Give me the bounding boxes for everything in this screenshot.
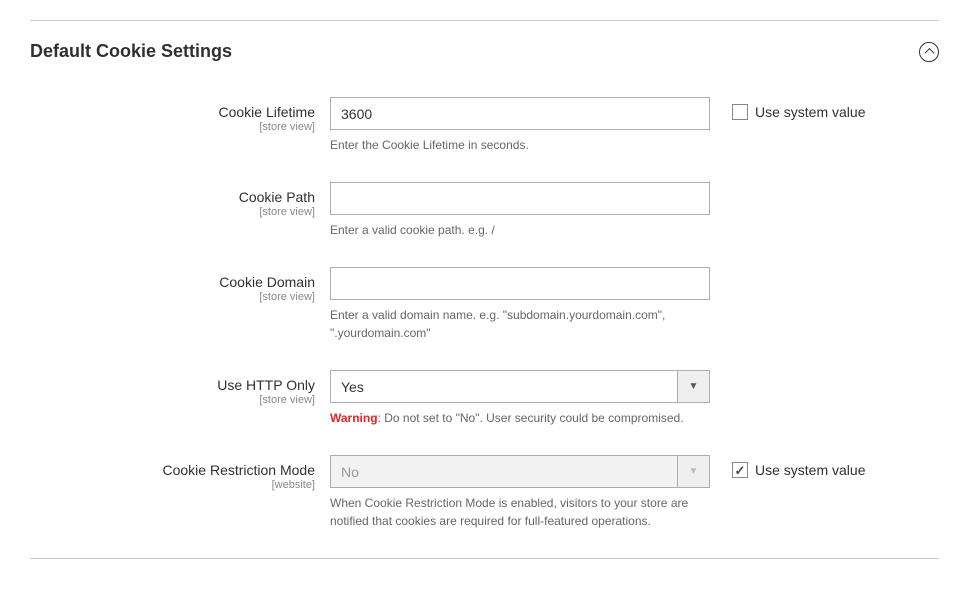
field-label: Cookie Path <box>30 189 315 205</box>
cookie-domain-input[interactable] <box>330 267 710 300</box>
scope-text: [store view] <box>30 291 315 303</box>
cookie-path-input[interactable] <box>330 182 710 215</box>
field-note: Warning: Do not set to "No". User securi… <box>330 409 710 427</box>
field-note: Enter a valid domain name. e.g. "subdoma… <box>330 306 710 342</box>
checkbox-label: Use system value <box>755 104 865 120</box>
field-label: Cookie Domain <box>30 274 315 290</box>
label-col: Cookie Lifetime [store view] <box>30 97 330 133</box>
label-col: Cookie Restriction Mode [website] <box>30 455 330 491</box>
system-value-col: Use system value <box>710 455 865 478</box>
system-value-col: Use system value <box>710 97 865 120</box>
field-cookie-domain: Cookie Domain [store view] Enter a valid… <box>30 267 939 342</box>
top-divider <box>30 20 939 21</box>
field-http-only: Use HTTP Only [store view] Yes ▼ Warning… <box>30 370 939 427</box>
scope-text: [store view] <box>30 394 315 406</box>
section-title: Default Cookie Settings <box>30 41 232 62</box>
input-col: No ▼ When Cookie Restriction Mode is ena… <box>330 455 710 530</box>
field-restriction-mode: Cookie Restriction Mode [website] No ▼ W… <box>30 455 939 530</box>
field-note: Enter a valid cookie path. e.g. / <box>330 221 710 239</box>
input-col: Enter a valid cookie path. e.g. / <box>330 182 710 239</box>
field-label: Cookie Restriction Mode <box>30 462 315 478</box>
field-note: Enter the Cookie Lifetime in seconds. <box>330 136 710 154</box>
scope-text: [website] <box>30 479 315 491</box>
http-only-select[interactable]: Yes ▼ <box>330 370 710 403</box>
chevron-down-icon: ▼ <box>677 370 710 403</box>
field-cookie-path: Cookie Path [store view] Enter a valid c… <box>30 182 939 239</box>
cookie-lifetime-input[interactable] <box>330 97 710 130</box>
input-col: Enter a valid domain name. e.g. "subdoma… <box>330 267 710 342</box>
use-system-checkbox[interactable] <box>732 462 748 478</box>
field-note: When Cookie Restriction Mode is enabled,… <box>330 494 710 530</box>
chevron-up-icon[interactable] <box>919 42 939 62</box>
select-value: No <box>330 455 677 488</box>
field-label: Cookie Lifetime <box>30 104 315 120</box>
chevron-down-icon: ▼ <box>677 455 710 488</box>
label-col: Cookie Path [store view] <box>30 182 330 218</box>
select-value: Yes <box>330 370 677 403</box>
input-col: Enter the Cookie Lifetime in seconds. <box>330 97 710 154</box>
section-header: Default Cookie Settings <box>30 41 939 62</box>
label-col: Cookie Domain [store view] <box>30 267 330 303</box>
field-cookie-lifetime: Cookie Lifetime [store view] Enter the C… <box>30 97 939 154</box>
restriction-mode-select: No ▼ <box>330 455 710 488</box>
checkbox-label: Use system value <box>755 462 865 478</box>
warning-text: : Do not set to "No". User security coul… <box>378 411 684 425</box>
use-system-checkbox[interactable] <box>732 104 748 120</box>
scope-text: [store view] <box>30 121 315 133</box>
label-col: Use HTTP Only [store view] <box>30 370 330 406</box>
scope-text: [store view] <box>30 206 315 218</box>
input-col: Yes ▼ Warning: Do not set to "No". User … <box>330 370 710 427</box>
field-label: Use HTTP Only <box>30 377 315 393</box>
bottom-divider <box>30 558 939 559</box>
warning-label: Warning <box>330 411 378 425</box>
